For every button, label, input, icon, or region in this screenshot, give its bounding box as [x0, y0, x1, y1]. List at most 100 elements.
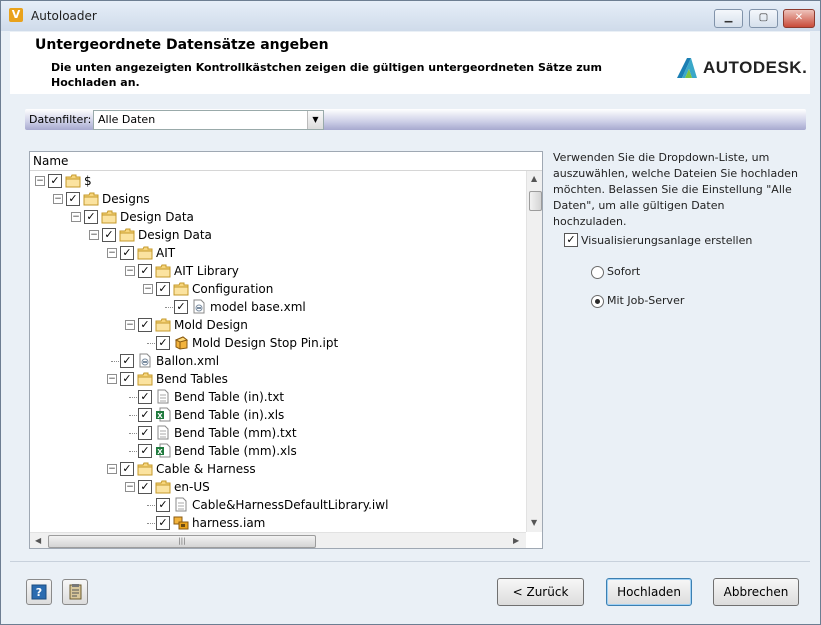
visualization-checkbox-label: Visualisierungsanlage erstellen: [581, 234, 753, 247]
collapse-toggle-icon[interactable]: −: [107, 464, 117, 474]
back-button[interactable]: < Zurück: [497, 578, 584, 606]
tree-row[interactable]: ✓ Bend Table (mm).txt: [30, 424, 526, 442]
row-checkbox[interactable]: ✓: [156, 282, 170, 296]
maximize-button[interactable]: ▢: [749, 9, 778, 28]
tree-row[interactable]: − ✓ Bend Tables: [30, 370, 526, 388]
tree-row[interactable]: − ✓ Designs: [30, 190, 526, 208]
collapse-toggle-icon[interactable]: −: [143, 284, 153, 294]
chevron-down-icon[interactable]: ▼: [307, 111, 323, 129]
row-checkbox[interactable]: ✓: [174, 300, 188, 314]
folder-icon: [137, 461, 153, 476]
scroll-left-icon[interactable]: ◀: [35, 536, 41, 545]
visualization-checkbox[interactable]: ✓: [564, 233, 578, 247]
collapse-toggle-icon[interactable]: −: [125, 320, 135, 330]
row-checkbox[interactable]: ✓: [120, 354, 134, 368]
cancel-button[interactable]: Abbrechen: [713, 578, 799, 606]
row-checkbox[interactable]: ✓: [66, 192, 80, 206]
window-title: Autoloader: [31, 9, 97, 23]
tree-row[interactable]: ✓ Mold Design Stop Pin.ipt: [30, 334, 526, 352]
column-header-name[interactable]: Name: [30, 152, 542, 171]
collapse-toggle-icon[interactable]: −: [89, 230, 99, 240]
row-checkbox[interactable]: ✓: [120, 246, 134, 260]
horizontal-scroll-thumb[interactable]: |||: [48, 535, 316, 548]
row-label: Bend Table (in).xls: [174, 408, 285, 422]
row-checkbox[interactable]: ✓: [84, 210, 98, 224]
tree-row[interactable]: − ✓ Design Data: [30, 226, 526, 244]
tree-row[interactable]: ✓ model base.xml: [30, 298, 526, 316]
folder-icon: [173, 281, 189, 296]
folder-icon: [155, 317, 171, 332]
iam-icon: [173, 515, 189, 530]
scroll-right-icon[interactable]: ▶: [513, 536, 519, 545]
row-checkbox[interactable]: ✓: [138, 264, 152, 278]
folder-icon: [119, 227, 135, 242]
clipboard-button[interactable]: [62, 579, 88, 605]
row-label: Mold Design Stop Pin.ipt: [192, 336, 339, 350]
tree-row[interactable]: − ✓ AIT: [30, 244, 526, 262]
tree-row[interactable]: − ✓ Cable & Harness: [30, 460, 526, 478]
tree-row[interactable]: − ✓ Design Data: [30, 208, 526, 226]
help-icon: ?: [31, 584, 47, 600]
ipt-icon: [173, 335, 189, 350]
tree-row[interactable]: − ✓ Mold Design: [30, 316, 526, 334]
radio-sofort[interactable]: [591, 266, 604, 279]
tree-connector: [129, 397, 137, 398]
autodesk-logo: AUTODESK.: [675, 56, 807, 80]
tree-row[interactable]: − ✓ en-US: [30, 478, 526, 496]
collapse-toggle-icon[interactable]: −: [35, 176, 45, 186]
row-checkbox[interactable]: ✓: [138, 318, 152, 332]
horizontal-scrollbar[interactable]: ◀ ||| ▶: [30, 532, 526, 548]
minimize-button[interactable]: ▁: [714, 9, 743, 28]
folder-icon: [137, 371, 153, 386]
collapse-toggle-icon[interactable]: −: [53, 194, 63, 204]
tree-row[interactable]: ✓ Bend Table (in).txt: [30, 388, 526, 406]
row-checkbox[interactable]: ✓: [156, 336, 170, 350]
vertical-scrollbar[interactable]: ▲ ▼: [526, 171, 542, 532]
data-filter-dropdown[interactable]: Alle Daten ▼: [93, 110, 324, 130]
app-icon: V: [9, 8, 23, 22]
footer-divider: [10, 561, 810, 562]
row-checkbox[interactable]: ✓: [102, 228, 116, 242]
scroll-down-icon[interactable]: ▼: [531, 518, 537, 527]
radio-job-server[interactable]: [591, 295, 604, 308]
scroll-up-icon[interactable]: ▲: [531, 174, 537, 183]
txt-icon: [155, 425, 171, 440]
row-checkbox[interactable]: ✓: [138, 408, 152, 422]
tree-row[interactable]: − ✓ Configuration: [30, 280, 526, 298]
svg-text:X: X: [157, 448, 163, 456]
tree-row[interactable]: − ✓ AIT Library: [30, 262, 526, 280]
row-checkbox[interactable]: ✓: [138, 480, 152, 494]
clipboard-icon: [69, 584, 82, 600]
row-label: Cable&HarnessDefaultLibrary.iwl: [192, 498, 389, 512]
help-button[interactable]: ?: [26, 579, 52, 605]
row-checkbox[interactable]: ✓: [120, 462, 134, 476]
tree-row[interactable]: ✓ Cable&HarnessDefaultLibrary.iwl: [30, 496, 526, 514]
row-checkbox[interactable]: ✓: [156, 498, 170, 512]
collapse-toggle-icon[interactable]: −: [107, 248, 117, 258]
row-label: Bend Tables: [156, 372, 228, 386]
row-checkbox[interactable]: ✓: [120, 372, 134, 386]
folder-icon: [101, 209, 117, 224]
close-button[interactable]: ✕: [783, 9, 815, 28]
collapse-toggle-icon[interactable]: −: [71, 212, 81, 222]
upload-button[interactable]: Hochladen: [606, 578, 692, 606]
tree-row[interactable]: ✓ harness.iam: [30, 514, 526, 532]
tree-row[interactable]: ✓ X Bend Table (in).xls: [30, 406, 526, 424]
row-checkbox[interactable]: ✓: [138, 426, 152, 440]
tree-row[interactable]: ✓ X Bend Table (mm).xls: [30, 442, 526, 460]
row-label: harness.iam: [192, 516, 266, 530]
row-checkbox[interactable]: ✓: [48, 174, 62, 188]
tree-row[interactable]: ✓ Ballon.xml: [30, 352, 526, 370]
collapse-toggle-icon[interactable]: −: [125, 482, 135, 492]
row-label: Cable & Harness: [156, 462, 256, 476]
row-label: en-US: [174, 480, 210, 494]
row-checkbox[interactable]: ✓: [156, 516, 170, 530]
row-checkbox[interactable]: ✓: [138, 444, 152, 458]
tree-row[interactable]: − ✓ $: [30, 172, 526, 190]
file-tree: Name − ✓ $ − ✓ Designs − ✓ Design Data − ✓ Design D…: [29, 151, 543, 549]
collapse-toggle-icon[interactable]: −: [107, 374, 117, 384]
xls-icon: X: [155, 443, 171, 458]
vertical-scroll-thumb[interactable]: [529, 191, 542, 211]
row-checkbox[interactable]: ✓: [138, 390, 152, 404]
collapse-toggle-icon[interactable]: −: [125, 266, 135, 276]
